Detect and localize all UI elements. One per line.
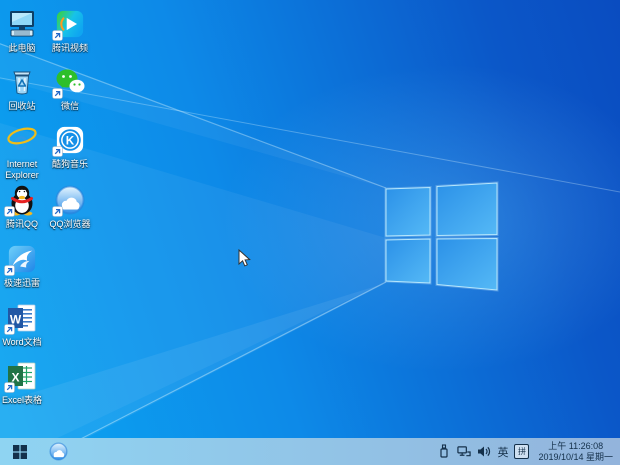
shortcut-arrow-icon xyxy=(52,206,63,217)
icon-label: Excel表格 xyxy=(2,395,42,406)
desktop-icon-word[interactable]: W Word文档 xyxy=(0,302,44,348)
taskbar-app-qq-browser[interactable] xyxy=(40,438,76,465)
windows-logo-wallpaper xyxy=(0,0,620,465)
icon-label: 腾讯QQ xyxy=(6,219,38,230)
desktop-icon-thunder[interactable]: 极速迅雷 xyxy=(0,243,44,289)
desktop-icon-qq-browser[interactable]: QQ浏览器 xyxy=(48,184,92,230)
clock-time: 上午 11:26:08 xyxy=(538,441,613,452)
desktop-icon-recycle-bin[interactable]: 回收站 xyxy=(0,66,44,112)
icon-label: 微信 xyxy=(61,101,79,112)
recycle-bin-icon xyxy=(6,66,38,98)
internet-explorer-icon: e xyxy=(6,124,38,156)
taskbar-clock[interactable]: 上午 11:26:08 2019/10/14 星期一 xyxy=(538,441,613,462)
shortcut-arrow-icon xyxy=(52,30,63,41)
network-icon[interactable] xyxy=(457,444,471,460)
desktop-icon-excel[interactable]: X Excel表格 xyxy=(0,360,44,406)
svg-text:K: K xyxy=(66,134,75,147)
icon-label: Word文档 xyxy=(2,337,41,348)
taskbar: 英 拼 上午 11:26:08 2019/10/14 星期一 xyxy=(0,438,620,465)
desktop-icon-kugou-music[interactable]: K 酷狗音乐 xyxy=(48,124,92,170)
system-tray: 英 拼 上午 11:26:08 2019/10/14 星期一 xyxy=(437,441,620,462)
icon-label: QQ浏览器 xyxy=(49,219,90,230)
shortcut-arrow-icon xyxy=(52,146,63,157)
qq-browser-taskbar-icon xyxy=(49,442,68,461)
ime-mode-badge[interactable]: 拼 xyxy=(514,444,529,459)
ime-language-indicator[interactable]: 英 xyxy=(497,444,508,460)
desktop-icon-tencent-qq[interactable]: 腾讯QQ xyxy=(0,184,44,230)
icon-label: 此电脑 xyxy=(8,43,35,54)
volume-icon[interactable] xyxy=(477,444,491,460)
icon-label: Internet Explorer xyxy=(0,159,44,180)
shortcut-arrow-icon xyxy=(4,265,15,276)
desktop-icon-this-pc[interactable]: 此电脑 xyxy=(0,8,44,54)
windows-start-icon xyxy=(13,445,27,459)
usb-removable-icon[interactable] xyxy=(437,444,451,460)
desktop[interactable]: 此电脑 腾讯视频 xyxy=(0,0,620,465)
icon-label: 极速迅雷 xyxy=(4,278,40,289)
icon-label: 回收站 xyxy=(8,101,35,112)
shortcut-arrow-icon xyxy=(52,88,63,99)
icon-label: 腾讯视频 xyxy=(52,43,88,54)
shortcut-arrow-icon xyxy=(4,382,15,393)
this-pc-icon xyxy=(6,8,38,40)
desktop-icon-wechat[interactable]: 微信 xyxy=(48,66,92,112)
desktop-icon-tencent-video[interactable]: 腾讯视频 xyxy=(48,8,92,54)
shortcut-arrow-icon xyxy=(4,324,15,335)
shortcut-arrow-icon xyxy=(4,206,15,217)
desktop-icon-internet-explorer[interactable]: e Internet Explorer xyxy=(0,124,44,180)
icon-label: 酷狗音乐 xyxy=(52,159,88,170)
start-button[interactable] xyxy=(0,438,40,465)
clock-date: 2019/10/14 星期一 xyxy=(538,452,613,463)
